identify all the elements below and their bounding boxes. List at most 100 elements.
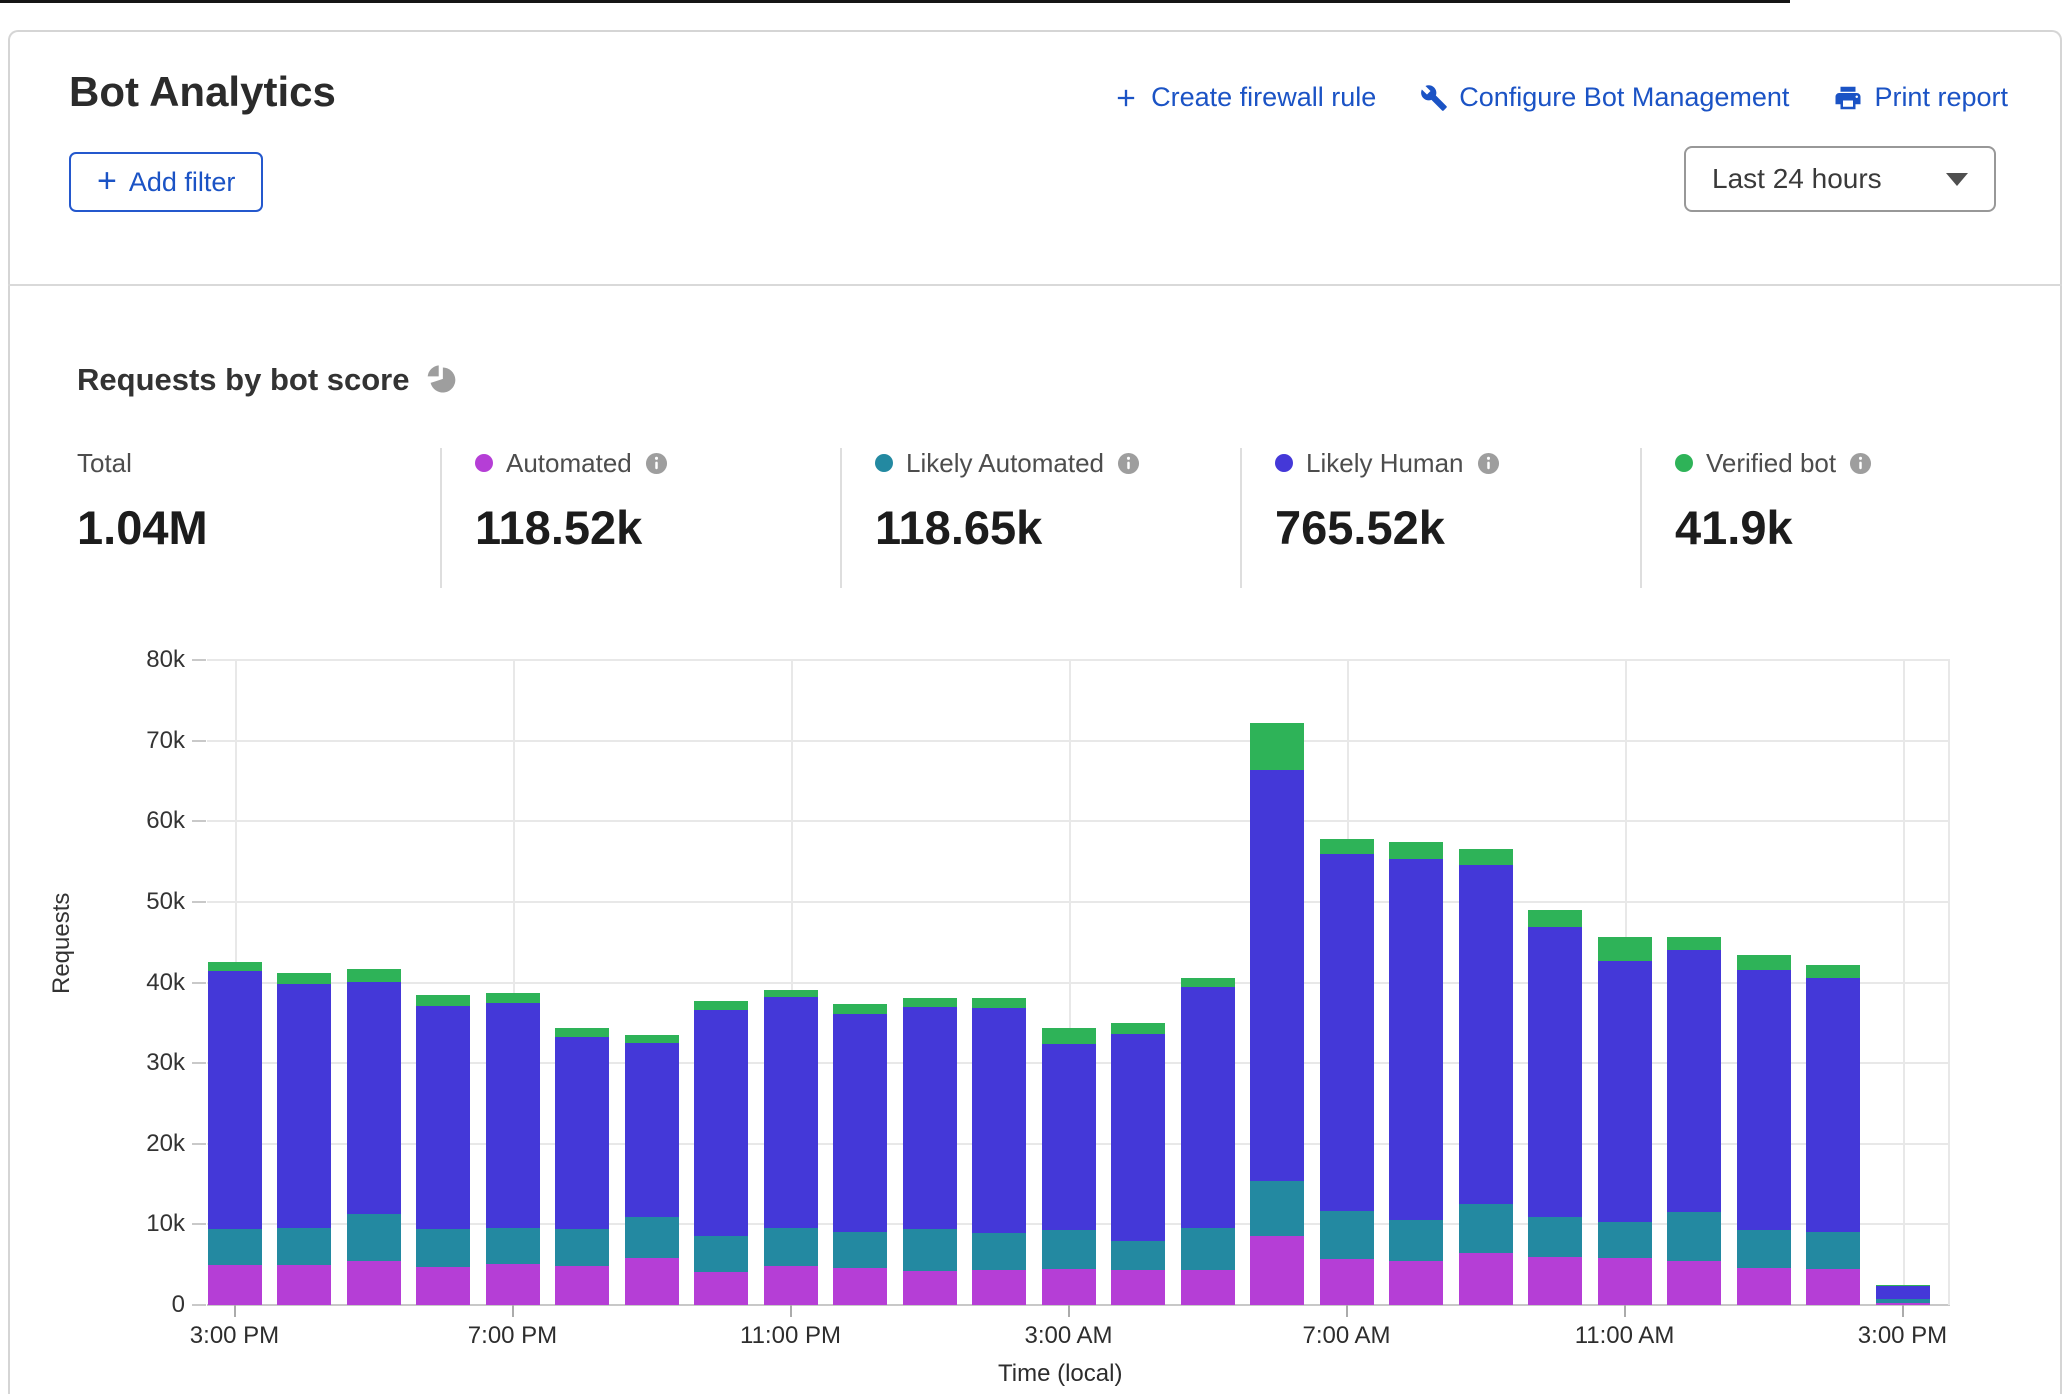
gridline-h: [207, 659, 1950, 661]
chart-plot-area: [207, 660, 1950, 1305]
y-tick-mark: [192, 901, 206, 903]
bar-1200pm[interactable]: [1667, 937, 1721, 1305]
info-icon[interactable]: [645, 452, 668, 475]
x-axis-label: 7:00 PM: [433, 1322, 593, 1350]
bar-1000pm[interactable]: [694, 1001, 748, 1305]
bar-300pm[interactable]: [208, 962, 262, 1305]
info-icon[interactable]: [1477, 452, 1500, 475]
bar-segment-verified-bot: [1389, 842, 1443, 859]
info-icon[interactable]: [1849, 452, 1872, 475]
bar-400am[interactable]: [1111, 1023, 1165, 1305]
bar-segment-likely-automated: [1111, 1241, 1165, 1270]
bar-900am[interactable]: [1459, 849, 1513, 1305]
bar-segment-likely-human: [1876, 1286, 1930, 1300]
bar-1200am[interactable]: [833, 1004, 887, 1305]
likely-human-legend-dot: [1275, 454, 1293, 472]
bar-segment-likely-automated: [1320, 1211, 1374, 1259]
bar-segment-verified-bot: [1320, 839, 1374, 854]
bar-1100pm[interactable]: [764, 990, 818, 1305]
chevron-down-icon: [1946, 173, 1968, 186]
y-tick-mark: [192, 1304, 206, 1306]
stat-likely-automated-value: 118.65k: [875, 500, 1140, 555]
y-tick-mark: [192, 820, 206, 822]
stat-total-label: Total: [77, 448, 132, 479]
stat-automated-label: Automated: [506, 448, 632, 479]
print-report-link[interactable]: Print report: [1833, 82, 2008, 113]
stat-divider: [440, 448, 442, 588]
bar-800pm[interactable]: [555, 1028, 609, 1305]
printer-icon: [1833, 83, 1863, 113]
info-icon[interactable]: [1117, 452, 1140, 475]
x-axis-label: 7:00 AM: [1267, 1322, 1427, 1350]
pie-chart-icon: [425, 364, 457, 396]
bar-300pm[interactable]: [1876, 1285, 1930, 1305]
bar-100am[interactable]: [903, 998, 957, 1305]
bar-600am[interactable]: [1250, 723, 1304, 1305]
bar-segment-likely-human: [1181, 987, 1235, 1228]
stat-likely-automated: Likely Automated 118.65k: [875, 448, 1140, 555]
bar-200am[interactable]: [972, 998, 1026, 1305]
bar-segment-verified-bot: [694, 1001, 748, 1010]
bar-segment-likely-human: [1111, 1034, 1165, 1241]
bar-700am[interactable]: [1320, 839, 1374, 1305]
bar-700pm[interactable]: [486, 993, 540, 1305]
gridline-h: [207, 820, 1950, 822]
bar-segment-likely-human: [1806, 978, 1860, 1232]
add-filter-button[interactable]: + Add filter: [69, 152, 263, 212]
bar-200pm[interactable]: [1806, 965, 1860, 1305]
bar-segment-likely-automated: [1250, 1181, 1304, 1236]
bar-segment-verified-bot: [1806, 965, 1860, 979]
stat-likely-automated-label: Likely Automated: [906, 448, 1104, 479]
bar-segment-automated: [1250, 1236, 1304, 1305]
bar-segment-automated: [208, 1265, 262, 1305]
create-firewall-rule-link[interactable]: Create firewall rule: [1112, 82, 1376, 113]
bar-segment-automated: [486, 1264, 540, 1305]
bar-segment-likely-human: [1528, 927, 1582, 1217]
bar-segment-verified-bot: [208, 962, 262, 972]
bar-segment-verified-bot: [1667, 937, 1721, 950]
bar-segment-likely-automated: [486, 1228, 540, 1264]
bar-segment-likely-automated: [208, 1229, 262, 1264]
bar-segment-automated: [416, 1267, 470, 1305]
y-tick-mark: [192, 1223, 206, 1225]
bar-segment-verified-bot: [764, 990, 818, 997]
bar-segment-likely-human: [833, 1014, 887, 1232]
stat-divider: [1640, 448, 1642, 588]
time-range-select[interactable]: Last 24 hours: [1684, 146, 1996, 212]
bar-segment-likely-automated: [903, 1229, 957, 1271]
bar-300am[interactable]: [1042, 1028, 1096, 1305]
verified-bot-legend-dot: [1675, 454, 1693, 472]
bar-1100am[interactable]: [1598, 937, 1652, 1305]
x-tick-mark: [790, 1305, 792, 1317]
header-divider: [8, 284, 2062, 286]
bar-100pm[interactable]: [1737, 955, 1791, 1305]
bar-800am[interactable]: [1389, 842, 1443, 1305]
y-tick-mark: [192, 659, 206, 661]
bar-segment-likely-human: [416, 1006, 470, 1229]
bar-segment-verified-bot: [416, 995, 470, 1005]
bar-600pm[interactable]: [416, 995, 470, 1305]
configure-bot-management-link[interactable]: Configure Bot Management: [1420, 82, 1789, 113]
bar-400pm[interactable]: [277, 973, 331, 1305]
x-axis-label: 3:00 AM: [989, 1322, 1149, 1350]
bar-segment-likely-automated: [1042, 1230, 1096, 1269]
bar-segment-verified-bot: [1181, 978, 1235, 987]
bar-500pm[interactable]: [347, 969, 401, 1305]
bar-500am[interactable]: [1181, 978, 1235, 1305]
create-firewall-rule-label: Create firewall rule: [1151, 82, 1376, 113]
bar-segment-likely-human: [347, 982, 401, 1214]
likely-automated-legend-dot: [875, 454, 893, 472]
bar-segment-automated: [1806, 1269, 1860, 1305]
bar-segment-automated: [1667, 1261, 1721, 1305]
stat-likely-human-value: 765.52k: [1275, 500, 1500, 555]
bar-900pm[interactable]: [625, 1035, 679, 1305]
bar-segment-verified-bot: [1042, 1028, 1096, 1043]
y-axis-label: 10k: [95, 1210, 185, 1238]
bar-segment-likely-human: [555, 1037, 609, 1230]
bar-1000am[interactable]: [1528, 910, 1582, 1305]
y-axis-label: 80k: [95, 646, 185, 674]
y-axis-title: Requests: [48, 893, 76, 994]
bar-segment-verified-bot: [1111, 1023, 1165, 1034]
bar-segment-likely-human: [1250, 770, 1304, 1181]
bar-segment-automated: [694, 1272, 748, 1305]
